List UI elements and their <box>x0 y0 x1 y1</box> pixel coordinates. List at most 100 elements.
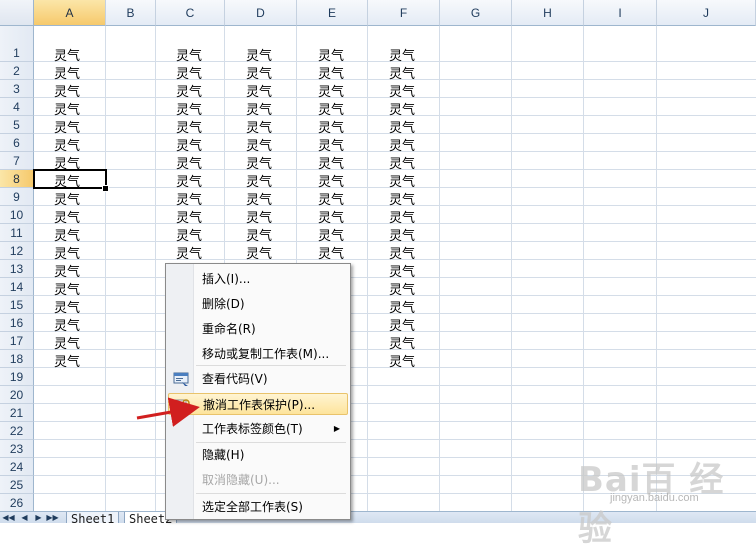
cell-c5[interactable]: 灵气 <box>176 117 202 136</box>
row-header-21[interactable]: 21 <box>0 404 34 422</box>
menu-item-move-copy[interactable]: 移动或复制工作表(M)... <box>168 343 348 365</box>
cell-d2[interactable]: 灵气 <box>246 63 272 82</box>
cell-a18[interactable]: 灵气 <box>54 351 80 370</box>
cell-f7[interactable]: 灵气 <box>389 153 415 172</box>
cell-f3[interactable]: 灵气 <box>389 81 415 100</box>
row-header-11[interactable]: 11 <box>0 224 34 242</box>
cell-f11[interactable]: 灵气 <box>389 225 415 244</box>
prev-sheet-button[interactable]: ◀ <box>18 512 31 523</box>
menu-item-select-all-sheets[interactable]: 选定全部工作表(S) <box>168 496 348 518</box>
cell-d12[interactable]: 灵气 <box>246 243 272 262</box>
cell-c4[interactable]: 灵气 <box>176 99 202 118</box>
cell-d6[interactable]: 灵气 <box>246 135 272 154</box>
cell-c9[interactable]: 灵气 <box>176 189 202 208</box>
cell-f15[interactable]: 灵气 <box>389 297 415 316</box>
cell-a13[interactable]: 灵气 <box>54 261 80 280</box>
cell-a14[interactable]: 灵气 <box>54 279 80 298</box>
cell-e6[interactable]: 灵气 <box>318 135 344 154</box>
row-header-25[interactable]: 25 <box>0 476 34 494</box>
cell-e1[interactable]: 灵气 <box>318 45 344 64</box>
cell-f10[interactable]: 灵气 <box>389 207 415 226</box>
cell-d7[interactable]: 灵气 <box>246 153 272 172</box>
row-header-12[interactable]: 12 <box>0 242 34 260</box>
cell-a2[interactable]: 灵气 <box>54 63 80 82</box>
cell-d3[interactable]: 灵气 <box>246 81 272 100</box>
row-header-6[interactable]: 6 <box>0 134 34 152</box>
row-header-7[interactable]: 7 <box>0 152 34 170</box>
cell-c3[interactable]: 灵气 <box>176 81 202 100</box>
cell-a4[interactable]: 灵气 <box>54 99 80 118</box>
menu-item-unhide[interactable]: 取消隐藏(U)... <box>168 469 348 491</box>
cell-e4[interactable]: 灵气 <box>318 99 344 118</box>
row-header-2[interactable]: 2 <box>0 62 34 80</box>
column-header-d[interactable]: D <box>225 0 297 26</box>
cell-a9[interactable]: 灵气 <box>54 189 80 208</box>
row-header-10[interactable]: 10 <box>0 206 34 224</box>
cell-f6[interactable]: 灵气 <box>389 135 415 154</box>
row-header-17[interactable]: 17 <box>0 332 34 350</box>
cell-d8[interactable]: 灵气 <box>246 171 272 190</box>
cell-a1[interactable]: 灵气 <box>54 45 80 64</box>
cell-a5[interactable]: 灵气 <box>54 117 80 136</box>
cell-c7[interactable]: 灵气 <box>176 153 202 172</box>
cell-e8[interactable]: 灵气 <box>318 171 344 190</box>
cell-e11[interactable]: 灵气 <box>318 225 344 244</box>
cell-c8[interactable]: 灵气 <box>176 171 202 190</box>
column-header-i[interactable]: I <box>584 0 657 26</box>
sheet-tab-sheet1[interactable]: Sheet1 <box>66 512 120 523</box>
cell-d1[interactable]: 灵气 <box>246 45 272 64</box>
menu-item-hide[interactable]: 隐藏(H) <box>168 444 348 466</box>
cell-f13[interactable]: 灵气 <box>389 261 415 280</box>
cell-e10[interactable]: 灵气 <box>318 207 344 226</box>
row-header-24[interactable]: 24 <box>0 458 34 476</box>
first-sheet-button[interactable]: ◀◀ <box>2 512 15 523</box>
cell-a6[interactable]: 灵气 <box>54 135 80 154</box>
row-header-15[interactable]: 15 <box>0 296 34 314</box>
row-header-8[interactable]: 8 <box>0 170 34 188</box>
row-header-20[interactable]: 20 <box>0 386 34 404</box>
cell-e9[interactable]: 灵气 <box>318 189 344 208</box>
column-header-b[interactable]: B <box>106 0 156 26</box>
spreadsheet-grid[interactable]: ABCDEFGHIJ 1 2 3 4 5 6 7 8 9 10 11 12 13 14 15 16 17 18 19… <box>0 0 756 512</box>
row-header-23[interactable]: 23 <box>0 440 34 458</box>
menu-item-rename[interactable]: 重命名(R) <box>168 318 348 340</box>
row-header-13[interactable]: 13 <box>0 260 34 278</box>
cell-f1[interactable]: 灵气 <box>389 45 415 64</box>
cell-d11[interactable]: 灵气 <box>246 225 272 244</box>
cell-f9[interactable]: 灵气 <box>389 189 415 208</box>
menu-item-delete[interactable]: 删除(D) <box>168 293 348 315</box>
cell-e12[interactable]: 灵气 <box>318 243 344 262</box>
cell-c1[interactable]: 灵气 <box>176 45 202 64</box>
menu-item-tab-color[interactable]: 工作表标签颜色(T) ▶ <box>168 418 348 440</box>
column-header-c[interactable]: C <box>156 0 225 26</box>
column-header-a[interactable]: A <box>34 0 106 26</box>
cell-a12[interactable]: 灵气 <box>54 243 80 262</box>
row-header-3[interactable]: 3 <box>0 80 34 98</box>
row-header-18[interactable]: 18 <box>0 350 34 368</box>
cell-e2[interactable]: 灵气 <box>318 63 344 82</box>
column-header-j[interactable]: J <box>657 0 756 26</box>
cell-a16[interactable]: 灵气 <box>54 315 80 334</box>
row-header-5[interactable]: 5 <box>0 116 34 134</box>
menu-item-unprotect-sheet[interactable]: 撤消工作表保护(P)... <box>168 393 348 415</box>
last-sheet-button[interactable]: ▶▶ <box>46 512 59 523</box>
cell-f12[interactable]: 灵气 <box>389 243 415 262</box>
cell-d5[interactable]: 灵气 <box>246 117 272 136</box>
row-header-4[interactable]: 4 <box>0 98 34 116</box>
menu-item-insert[interactable]: 插入(I)... <box>168 268 348 290</box>
cell-a11[interactable]: 灵气 <box>54 225 80 244</box>
cell-d4[interactable]: 灵气 <box>246 99 272 118</box>
column-header-e[interactable]: E <box>297 0 368 26</box>
cell-c11[interactable]: 灵气 <box>176 225 202 244</box>
cell-d9[interactable]: 灵气 <box>246 189 272 208</box>
row-header-9[interactable]: 9 <box>0 188 34 206</box>
select-all-corner[interactable] <box>0 0 34 26</box>
row-header-14[interactable]: 14 <box>0 278 34 296</box>
cell-c12[interactable]: 灵气 <box>176 243 202 262</box>
cell-f14[interactable]: 灵气 <box>389 279 415 298</box>
next-sheet-button[interactable]: ▶ <box>32 512 45 523</box>
row-header-1[interactable]: 1 <box>0 26 34 62</box>
row-header-16[interactable]: 16 <box>0 314 34 332</box>
cell-f17[interactable]: 灵气 <box>389 333 415 352</box>
cell-f4[interactable]: 灵气 <box>389 99 415 118</box>
